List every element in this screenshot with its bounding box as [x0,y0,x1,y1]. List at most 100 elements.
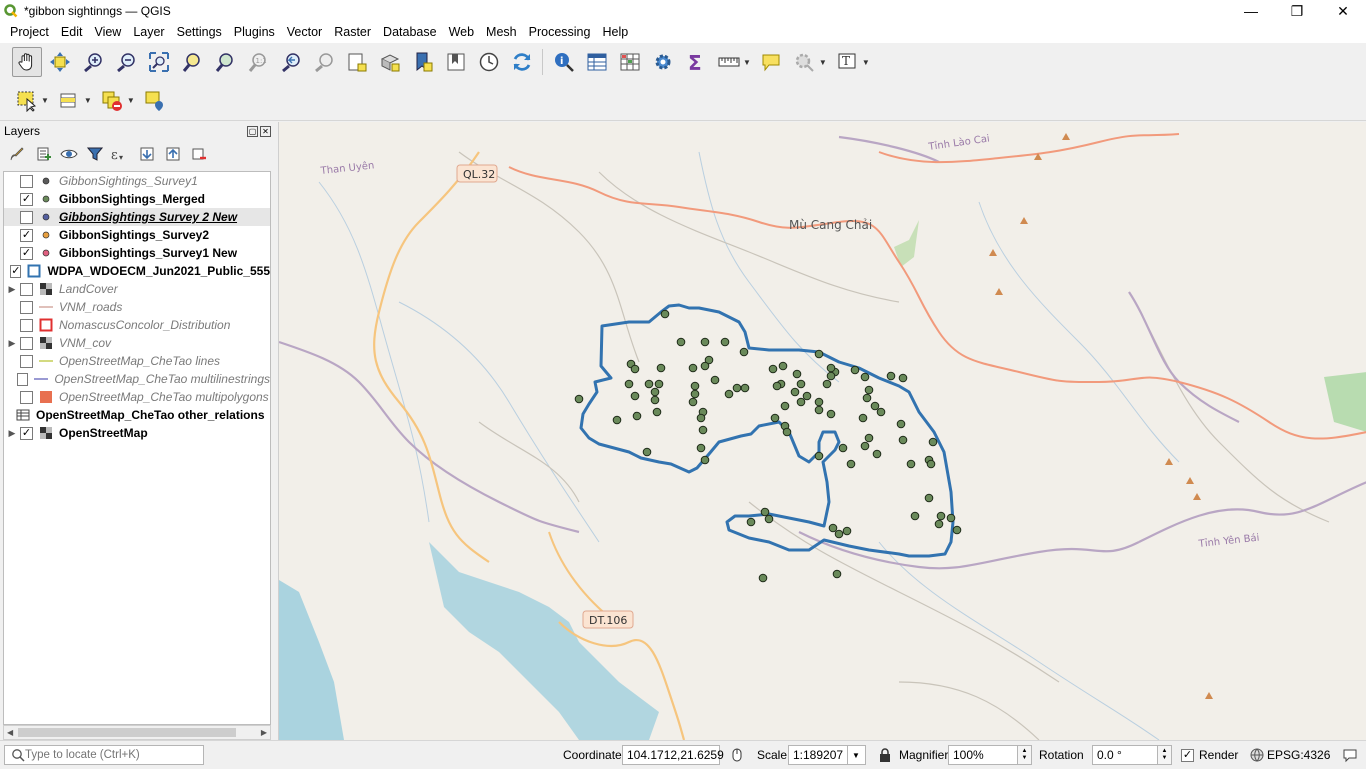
layer-row[interactable]: ✓ GibbonSightings_Survey2 [4,226,270,244]
layer-row[interactable]: ✓ GibbonSightings_Survey1 New [4,244,270,262]
deselect-dropdown-caret[interactable]: ▼ [127,96,135,105]
scroll-right-arrow-icon[interactable]: ▶ [261,726,267,739]
map-canvas[interactable]: Tỉnh Lào Cai Than Uyên QL.32 Mù Cang Chả… [278,122,1366,740]
select-by-value-caret[interactable]: ▼ [84,96,92,105]
expand-arrow-icon[interactable]: ▶ [4,338,20,349]
identify-features-button[interactable]: i [549,47,579,77]
locator-dropdown-caret[interactable]: ▼ [819,58,827,67]
scroll-left-arrow-icon[interactable]: ◀ [7,726,13,739]
layer-tree-horizontal-scrollbar[interactable]: ◀ ▶ [3,725,271,740]
zoom-last-button[interactable] [276,47,306,77]
pan-tool-button[interactable] [11,47,42,77]
measure-line-button[interactable] [714,47,744,77]
layer-row[interactable]: OpenStreetMap_CheTao multilinestrings [4,370,270,388]
render-checkbox[interactable]: ✓ [1181,748,1194,762]
locator-button[interactable] [789,47,819,77]
processing-toolbox-button[interactable] [648,47,678,77]
zoom-to-layer-button[interactable] [210,47,240,77]
layer-visibility-checkbox[interactable] [20,390,33,404]
crs-button[interactable]: EPSG:4326 [1250,741,1330,769]
zoom-in-button[interactable] [78,47,108,77]
scale-dropdown-caret[interactable]: ▼ [848,745,866,765]
layer-row[interactable]: ▶ LandCover [4,280,270,298]
layer-row[interactable]: NomascusConcolor_Distribution [4,316,270,334]
layer-row[interactable]: ▶ ✓ OpenStreetMap [4,424,270,442]
menu-layer[interactable]: Layer [127,22,170,43]
annotation-dropdown-caret[interactable]: ▼ [862,58,870,67]
menu-settings[interactable]: Settings [171,22,228,43]
layer-visibility-checkbox[interactable]: ✓ [20,426,33,440]
layer-row[interactable]: GibbonSightings Survey 2 New [4,208,270,226]
minimize-button[interactable]: — [1228,0,1274,22]
menu-web[interactable]: Web [443,22,480,43]
filter-by-expression-button[interactable]: ε ▾ [110,143,132,165]
style-manager-button[interactable] [6,143,28,165]
coordinate-field[interactable]: 104.1712,21.6259 [622,745,724,765]
zoom-next-button[interactable] [309,47,339,77]
layer-visibility-checkbox[interactable] [20,318,33,332]
scale-field[interactable]: 1:189207 [788,745,848,765]
close-button[interactable]: ✕ [1320,0,1366,22]
menu-project[interactable]: Project [4,22,55,43]
layer-visibility-checkbox[interactable] [20,210,33,224]
add-group-button[interactable] [32,143,54,165]
layer-row[interactable]: OpenStreetMap_CheTao lines [4,352,270,370]
layer-visibility-checkbox[interactable] [20,354,33,368]
close-panel-button[interactable]: ✕ [260,125,271,137]
maximize-button[interactable]: ❐ [1274,0,1320,22]
expand-arrow-icon[interactable]: ▶ [4,284,20,295]
zoom-out-button[interactable] [111,47,141,77]
menu-edit[interactable]: Edit [55,22,89,43]
new-spatial-bookmark-button[interactable] [408,47,438,77]
locator-input[interactable] [25,749,195,761]
layer-tree[interactable]: GibbonSightings_Survey1 ✓ GibbonSightings_… [3,171,271,725]
select-features-button[interactable] [12,86,42,116]
layer-visibility-checkbox[interactable]: ✓ [10,264,22,278]
layer-visibility-checkbox[interactable] [20,336,33,350]
temporal-controller-button[interactable] [474,47,504,77]
menu-help[interactable]: Help [596,22,634,43]
pan-to-selection-button[interactable] [45,47,75,77]
layer-row[interactable]: ▶ VNM_cov [4,334,270,352]
deselect-all-button[interactable] [97,86,127,116]
menu-plugins[interactable]: Plugins [228,22,281,43]
open-attribute-table-button[interactable] [582,47,612,77]
layer-row[interactable]: OpenStreetMap_CheTao other_relations [4,406,270,424]
new-map-view-button[interactable] [342,47,372,77]
messages-button[interactable] [1342,741,1358,769]
undock-panel-button[interactable]: ▢ [247,125,258,137]
magnifier-field[interactable]: 100% [948,745,1018,765]
layer-visibility-checkbox[interactable]: ✓ [20,228,33,242]
zoom-full-button[interactable] [144,47,174,77]
map-tips-button[interactable] [756,47,786,77]
measure-dropdown-caret[interactable]: ▼ [743,58,751,67]
layer-visibility-checkbox[interactable] [20,282,33,296]
locator-search-box[interactable] [4,745,204,765]
manage-map-themes-button[interactable] [58,143,80,165]
layer-row[interactable]: GibbonSightings_Survey1 [4,172,270,190]
statistical-summary-button[interactable]: Σ [681,47,711,77]
zoom-native-resolution-button[interactable]: 1:1 [243,47,273,77]
scrollbar-thumb[interactable] [18,728,236,737]
layer-visibility-checkbox[interactable] [20,300,33,314]
rotation-field[interactable]: 0.0 ° [1092,745,1158,765]
menu-processing[interactable]: Processing [523,22,597,43]
collapse-all-button[interactable] [162,143,184,165]
filter-legend-button[interactable] [84,143,106,165]
show-bookmarks-button[interactable] [441,47,471,77]
select-by-location-button[interactable] [140,86,170,116]
expand-arrow-icon[interactable]: ▶ [4,428,20,439]
expand-all-button[interactable] [136,143,158,165]
select-by-value-button[interactable] [54,86,84,116]
layer-row[interactable]: VNM_roads [4,298,270,316]
toggle-extents-button[interactable] [729,741,745,769]
layer-visibility-checkbox[interactable] [17,372,29,386]
layer-row[interactable]: ✓ WDPA_WDOECM_Jun2021_Public_555 [4,262,270,280]
new-3d-map-view-button[interactable] [375,47,405,77]
lock-scale-button[interactable] [878,741,892,769]
menu-database[interactable]: Database [377,22,443,43]
text-annotation-button[interactable]: T [832,47,862,77]
zoom-to-selection-button[interactable] [177,47,207,77]
menu-vector[interactable]: Vector [281,22,328,43]
layer-row[interactable]: OpenStreetMap_CheTao multipolygons [4,388,270,406]
